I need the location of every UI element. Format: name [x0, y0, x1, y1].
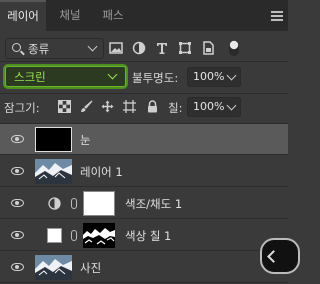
- search-icon: [12, 43, 21, 52]
- opacity-label: 불투명도:: [132, 71, 179, 85]
- fill-label: 칠:: [168, 101, 183, 115]
- chevron-down-icon[interactable]: [226, 70, 237, 81]
- tab-channels[interactable]: 채널: [50, 0, 90, 31]
- opacity-value: 100%: [193, 70, 225, 83]
- layer-thumbnail: [35, 159, 72, 184]
- visibility-eye-icon[interactable]: [11, 199, 24, 207]
- link-chain-icon[interactable]: [71, 198, 77, 209]
- visibility-eye-icon[interactable]: [11, 167, 24, 175]
- collapse-panel-button[interactable]: [260, 238, 300, 274]
- lock-position-icon[interactable]: [101, 100, 114, 113]
- lock-artboard-icon[interactable]: [123, 100, 136, 113]
- color-fill-swatch[interactable]: [47, 228, 62, 243]
- layer-filter-kind-dropdown[interactable]: 종류: [5, 38, 104, 59]
- adjustment-filter-icon[interactable]: [132, 41, 146, 55]
- layer-name[interactable]: 색조/채도 1: [125, 196, 182, 212]
- fill-value: 100%: [193, 100, 225, 113]
- type-filter-icon[interactable]: [155, 41, 169, 55]
- adjustment-layer-icon[interactable]: [48, 197, 61, 210]
- blend-mode-dropdown[interactable]: 스크린: [5, 66, 126, 87]
- layer-mask-thumbnail[interactable]: [83, 223, 115, 248]
- smart-object-filter-icon[interactable]: [201, 41, 215, 55]
- chevron-down-icon: [107, 69, 118, 80]
- layer-thumbnail: [35, 127, 72, 152]
- blend-mode-value: 스크린: [14, 70, 46, 84]
- lock-image-pixels-icon[interactable]: [80, 100, 93, 113]
- layer-name[interactable]: 레이어 1: [80, 164, 123, 180]
- layer-name[interactable]: 색상 칠 1: [125, 228, 171, 244]
- visibility-eye-icon[interactable]: [11, 231, 24, 239]
- chevron-down-icon: [87, 41, 98, 52]
- panel-menu-icon[interactable]: [271, 11, 283, 21]
- layer-mask-thumbnail[interactable]: [83, 191, 115, 216]
- layer-thumbnail: [35, 255, 72, 280]
- layer-name[interactable]: 사진: [80, 260, 101, 276]
- chevron-down-icon[interactable]: [226, 100, 237, 111]
- filter-kind-label: 종류: [28, 42, 50, 56]
- lock-transparent-pixels-icon[interactable]: [58, 100, 71, 113]
- opacity-input[interactable]: 100%: [187, 67, 241, 87]
- fill-input[interactable]: 100%: [187, 97, 241, 117]
- visibility-eye-icon[interactable]: [11, 135, 24, 143]
- panel-tab-bar: 레이어 채널 패스: [0, 0, 288, 31]
- tab-layers[interactable]: 레이어: [0, 0, 46, 31]
- lock-all-icon[interactable]: [146, 100, 159, 113]
- tab-paths[interactable]: 패스: [93, 0, 133, 31]
- toolbar-divider: [0, 93, 288, 94]
- filter-toggle-icon[interactable]: [228, 39, 240, 57]
- layer-row-color-fill-1[interactable]: 색상 칠 1: [0, 220, 288, 251]
- toolbar-divider: [0, 61, 288, 62]
- image-filter-icon[interactable]: [109, 41, 123, 55]
- lock-label: 잠그기:: [4, 101, 40, 115]
- link-chain-icon[interactable]: [71, 230, 77, 241]
- layer-row-photo[interactable]: 사진: [0, 252, 288, 283]
- layer-row-hue-saturation-1[interactable]: 색조/채도 1: [0, 188, 288, 219]
- visibility-eye-icon[interactable]: [11, 263, 24, 271]
- layer-row-eye[interactable]: 눈: [0, 124, 288, 155]
- layer-row-layer-1[interactable]: 레이어 1: [0, 156, 288, 187]
- layer-name[interactable]: 눈: [80, 132, 91, 148]
- shape-filter-icon[interactable]: [178, 41, 192, 55]
